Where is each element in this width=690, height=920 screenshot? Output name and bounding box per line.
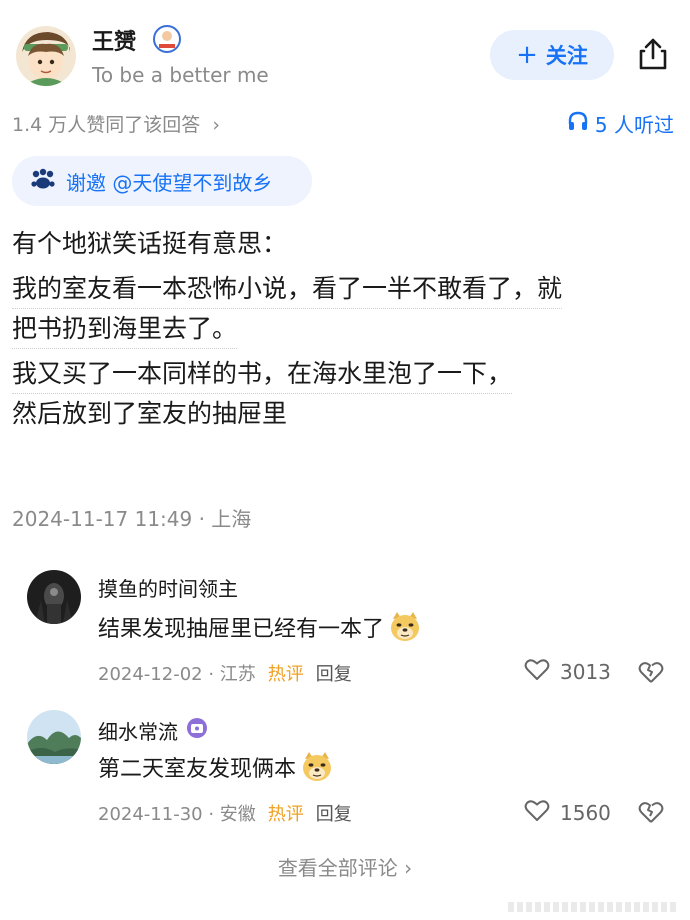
comment-text-content: 第二天室友发现俩本 <box>98 757 297 782</box>
headphones-icon <box>567 110 589 137</box>
share-icon[interactable] <box>636 36 670 72</box>
answer-header: 王赟 To be a better me + 关注 <box>0 0 690 100</box>
comment-text: 第二天室友发现俩本 <box>98 750 334 784</box>
heart-icon <box>524 657 550 686</box>
listen-count-text: 5 人听过 <box>594 113 674 137</box>
commenter-avatar[interactable] <box>27 570 81 624</box>
hot-comment-badge: 热评 <box>267 664 304 685</box>
answer-line: 然后放到了室友的抽屉里 <box>12 399 288 428</box>
doge-emoji-icon <box>388 610 422 644</box>
agree-count[interactable]: 1.4 万人赞同了该回答 › <box>12 110 220 137</box>
answer-body: 有个地狱笑话挺有意思： 我的室友看一本恐怖小说，看了一半不敢看了，就 把书扔到海… <box>12 224 678 434</box>
post-timestamp: 2024-11-17 11:49 · 上海 <box>12 507 252 531</box>
answer-line: 我又买了一本同样的书，在海水里泡了一下， <box>12 354 513 394</box>
broken-heart-icon[interactable] <box>638 659 664 685</box>
comment-text: 结果发现抽屉里已经有一本了 <box>98 610 422 644</box>
answer-line: 把书扔到海里去了。 <box>12 309 238 349</box>
listen-count[interactable]: 5 人听过 <box>567 109 674 138</box>
author-bio: To be a better me <box>92 63 269 87</box>
like-button[interactable]: 1560 <box>524 798 611 827</box>
reply-button[interactable]: 回复 <box>316 660 352 686</box>
answer-stats: 1.4 万人赞同了该回答 › 5 人听过 <box>0 106 690 142</box>
answer-line: 有个地狱笑话挺有意思： <box>12 229 288 258</box>
answer-line: 我的室友看一本恐怖小说，看了一半不敢看了，就 <box>12 269 563 309</box>
hot-comment-badge: 热评 <box>267 804 304 825</box>
heart-icon <box>524 798 550 827</box>
reply-button[interactable]: 回复 <box>316 800 352 826</box>
commenter-avatar[interactable] <box>27 710 81 764</box>
author-name[interactable]: 王赟 <box>92 24 136 56</box>
comment-meta: 2024-11-30 · 安徽 热评 回复 <box>98 800 352 826</box>
agree-count-text: 1.4 万人赞同了该回答 <box>12 114 201 136</box>
commenter-name[interactable]: 摸鱼的时间领主 <box>98 573 238 602</box>
commenter-name-text: 细水常流 <box>98 720 178 744</box>
comment-meta: 2024-12-02 · 江苏 热评 回复 <box>98 660 352 686</box>
view-all-comments-link[interactable]: 查看全部评论 › <box>0 852 690 881</box>
invite-tag[interactable]: 谢邀 @天使望不到故乡 <box>12 156 312 206</box>
invite-text: 谢邀 @天使望不到故乡 <box>66 170 273 195</box>
chevron-right-icon: › <box>212 114 220 136</box>
paw-icon <box>30 168 56 195</box>
author-avatar[interactable] <box>16 26 76 86</box>
watermark <box>508 902 678 912</box>
comment-date: 2024-12-02 · 江苏 <box>98 664 256 685</box>
like-button[interactable]: 3013 <box>524 657 611 686</box>
comment-text-content: 结果发现抽屉里已经有一本了 <box>98 617 385 642</box>
comment-date: 2024-11-30 · 安徽 <box>98 804 256 825</box>
plus-icon: + <box>516 40 538 70</box>
follow-label: 关注 <box>545 44 588 68</box>
doge-emoji-icon <box>300 750 334 784</box>
like-count: 1560 <box>560 800 611 825</box>
broken-heart-icon[interactable] <box>638 799 664 825</box>
follow-button[interactable]: + 关注 <box>490 30 614 80</box>
verified-badge-icon <box>152 24 182 54</box>
commenter-name[interactable]: 细水常流 <box>98 716 208 745</box>
like-count: 3013 <box>560 659 611 684</box>
member-badge-icon <box>186 717 208 744</box>
